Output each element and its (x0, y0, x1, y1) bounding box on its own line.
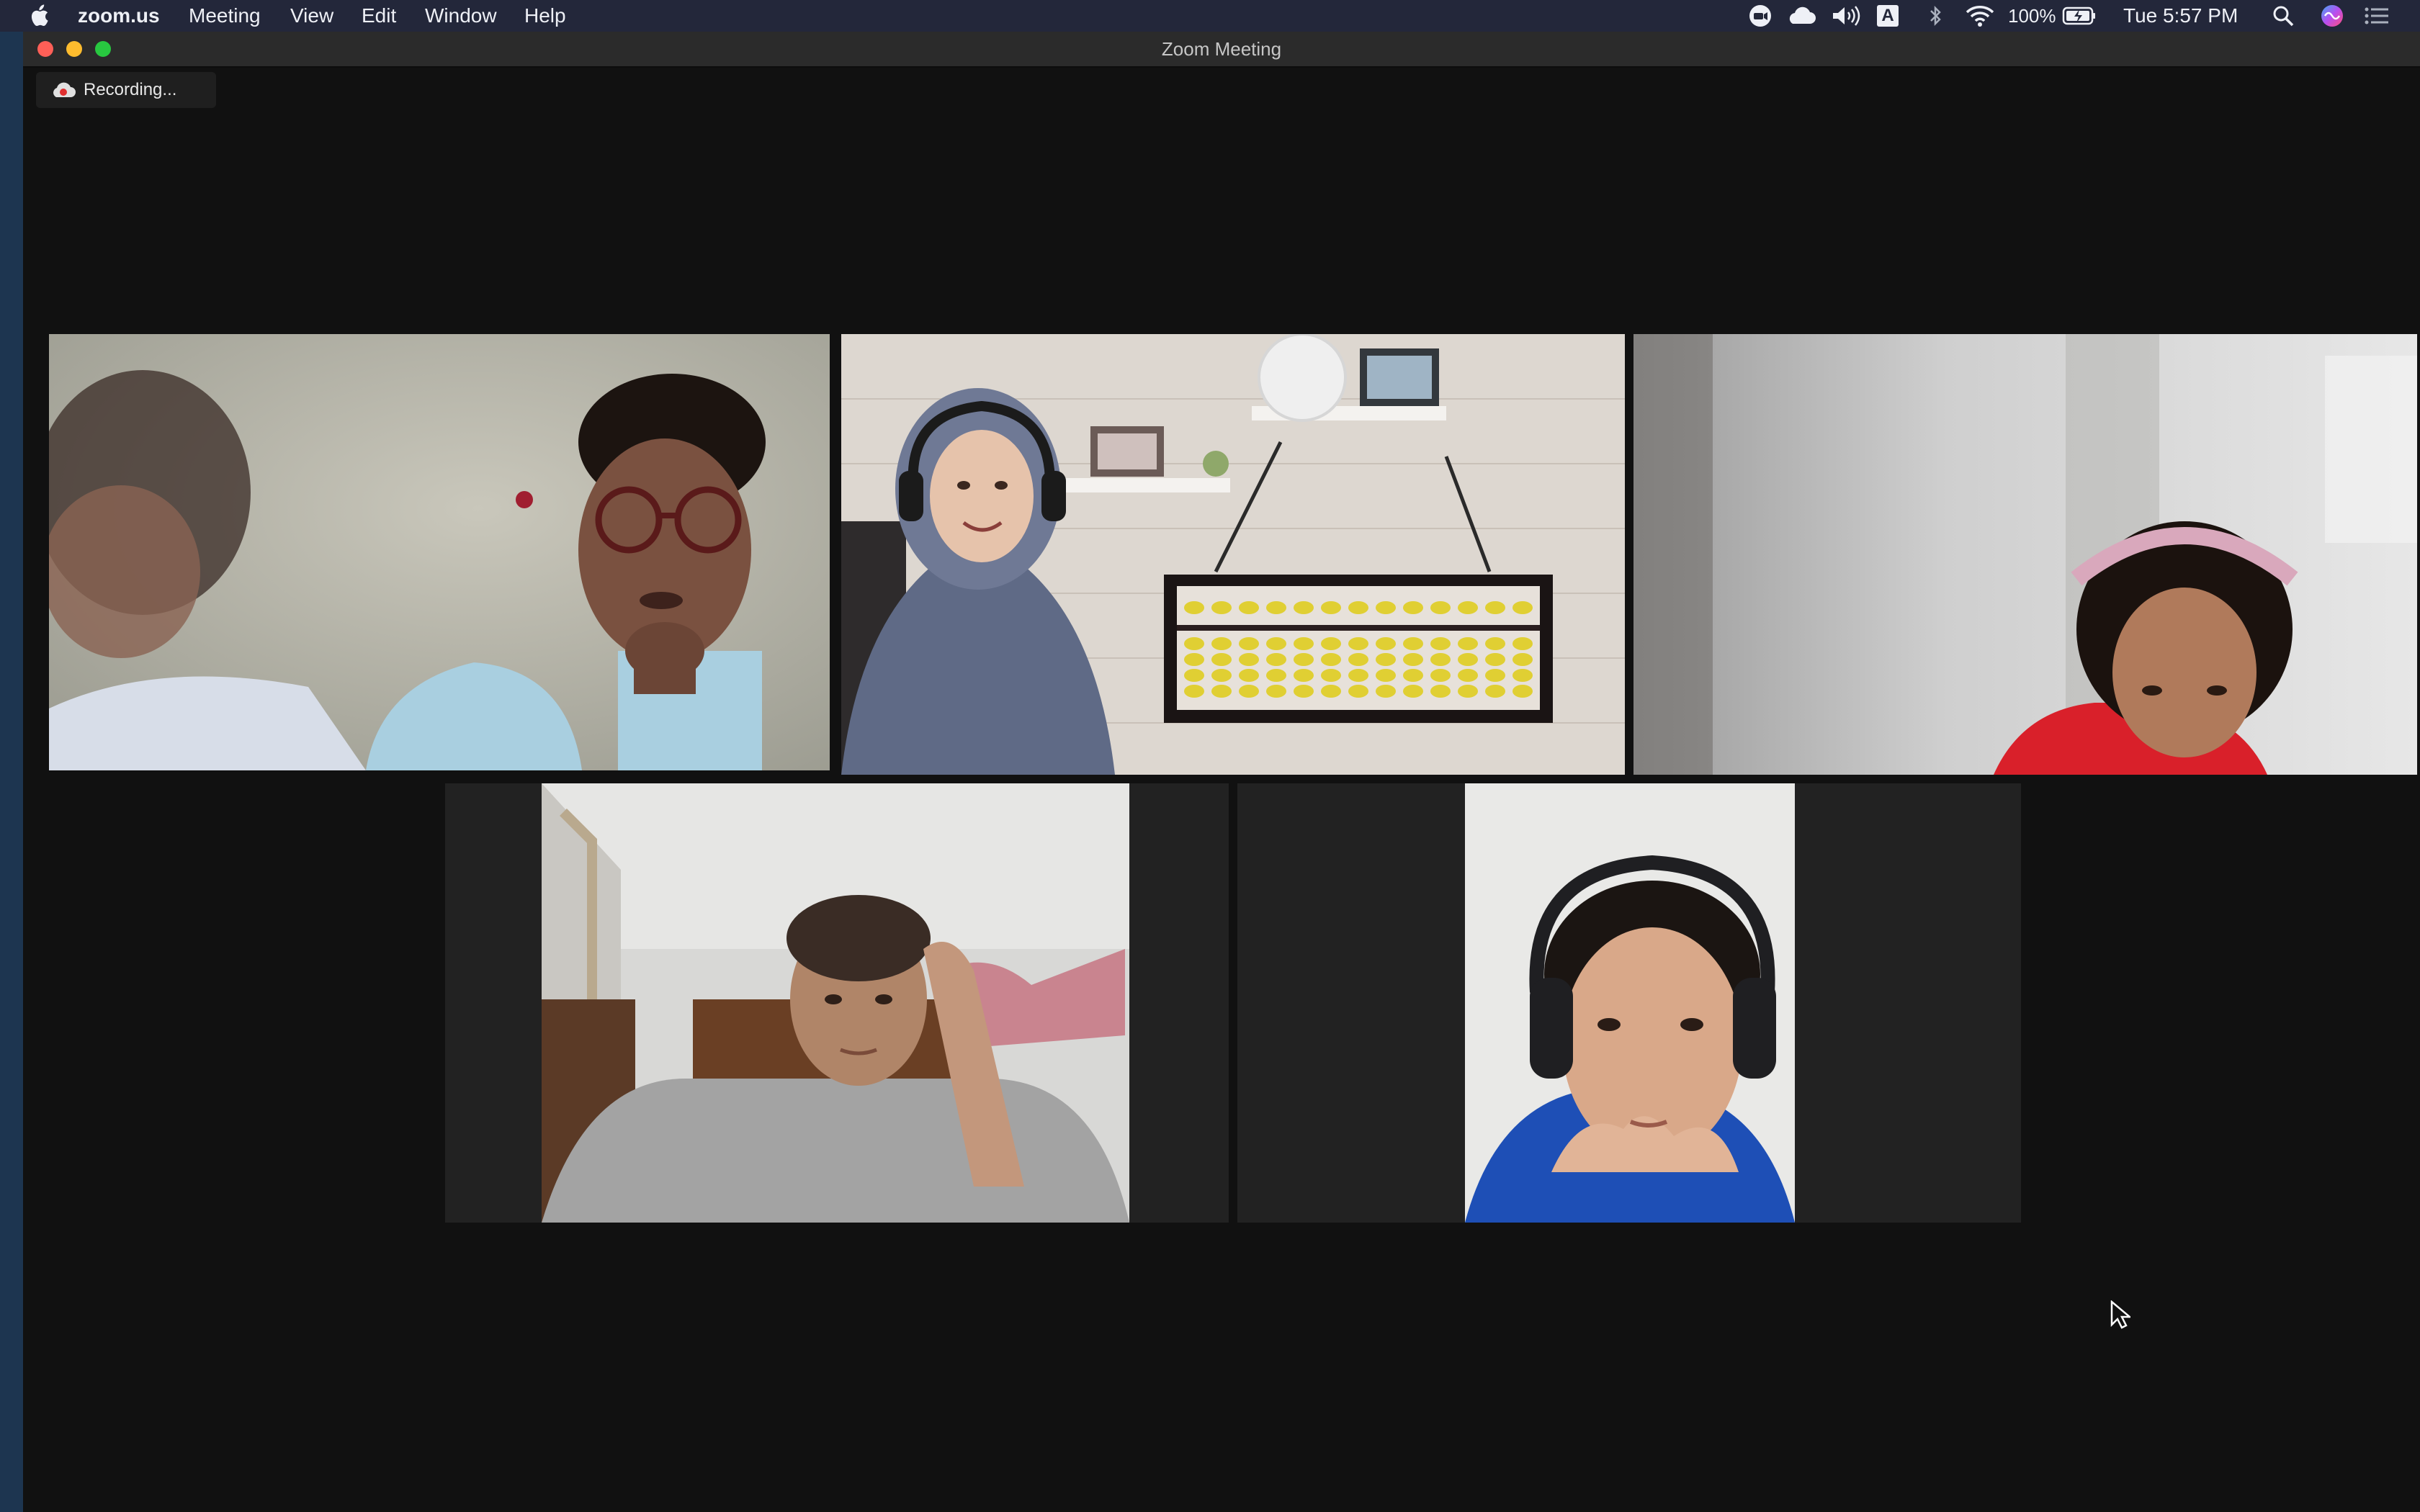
participant-video-feed (1634, 334, 2417, 775)
spotlight-search-icon[interactable] (2270, 3, 2296, 29)
participant-video-tile[interactable] (1634, 334, 2417, 775)
zoom-meeting-window: Zoom Meeting Recording... (23, 32, 2420, 1512)
zoom-status-icon[interactable] (1747, 3, 1773, 29)
battery-percent: 100% (2008, 5, 2056, 27)
menu-view[interactable]: View (290, 5, 333, 27)
recording-indicator[interactable]: Recording... (36, 72, 216, 108)
notification-center-icon[interactable] (2362, 3, 2391, 29)
window-title: Zoom Meeting (1161, 38, 1282, 60)
recording-label: Recording... (84, 80, 177, 99)
menu-bar: zoom.us Meeting View Edit Window Help A … (0, 0, 2420, 32)
participant-video-tile[interactable] (49, 334, 830, 770)
participant-video-tile[interactable] (445, 783, 1229, 1223)
cloud-icon[interactable] (1785, 3, 1816, 29)
title-bar[interactable]: Zoom Meeting (23, 32, 2420, 68)
menubar-clock[interactable]: Tue 5:57 PM (2123, 5, 2238, 27)
participant-video-feed (49, 334, 830, 770)
menu-meeting[interactable]: Meeting (189, 5, 261, 27)
menu-edit[interactable]: Edit (362, 5, 396, 27)
siri-icon[interactable] (2319, 3, 2345, 29)
menu-help[interactable]: Help (524, 5, 566, 27)
participant-video-tile[interactable] (1237, 783, 2021, 1223)
participant-video-tile[interactable] (841, 334, 1625, 775)
mouse-pointer-icon (2110, 1300, 2130, 1329)
cloud-recording-icon (53, 82, 76, 97)
participant-video-feed (542, 783, 1129, 1223)
bluetooth-icon[interactable] (1923, 3, 1948, 29)
input-source-label: A (1877, 5, 1899, 27)
apple-icon[interactable] (26, 3, 52, 29)
volume-icon[interactable] (1829, 3, 1863, 29)
input-source-icon[interactable]: A (1876, 3, 1900, 29)
app-menu-zoom[interactable]: zoom.us (78, 5, 160, 27)
participant-video-feed (841, 334, 1625, 775)
battery-icon[interactable] (2061, 3, 2097, 29)
wifi-icon[interactable] (1963, 3, 1996, 29)
menu-window[interactable]: Window (425, 5, 497, 27)
participant-video-feed (1465, 783, 1795, 1223)
